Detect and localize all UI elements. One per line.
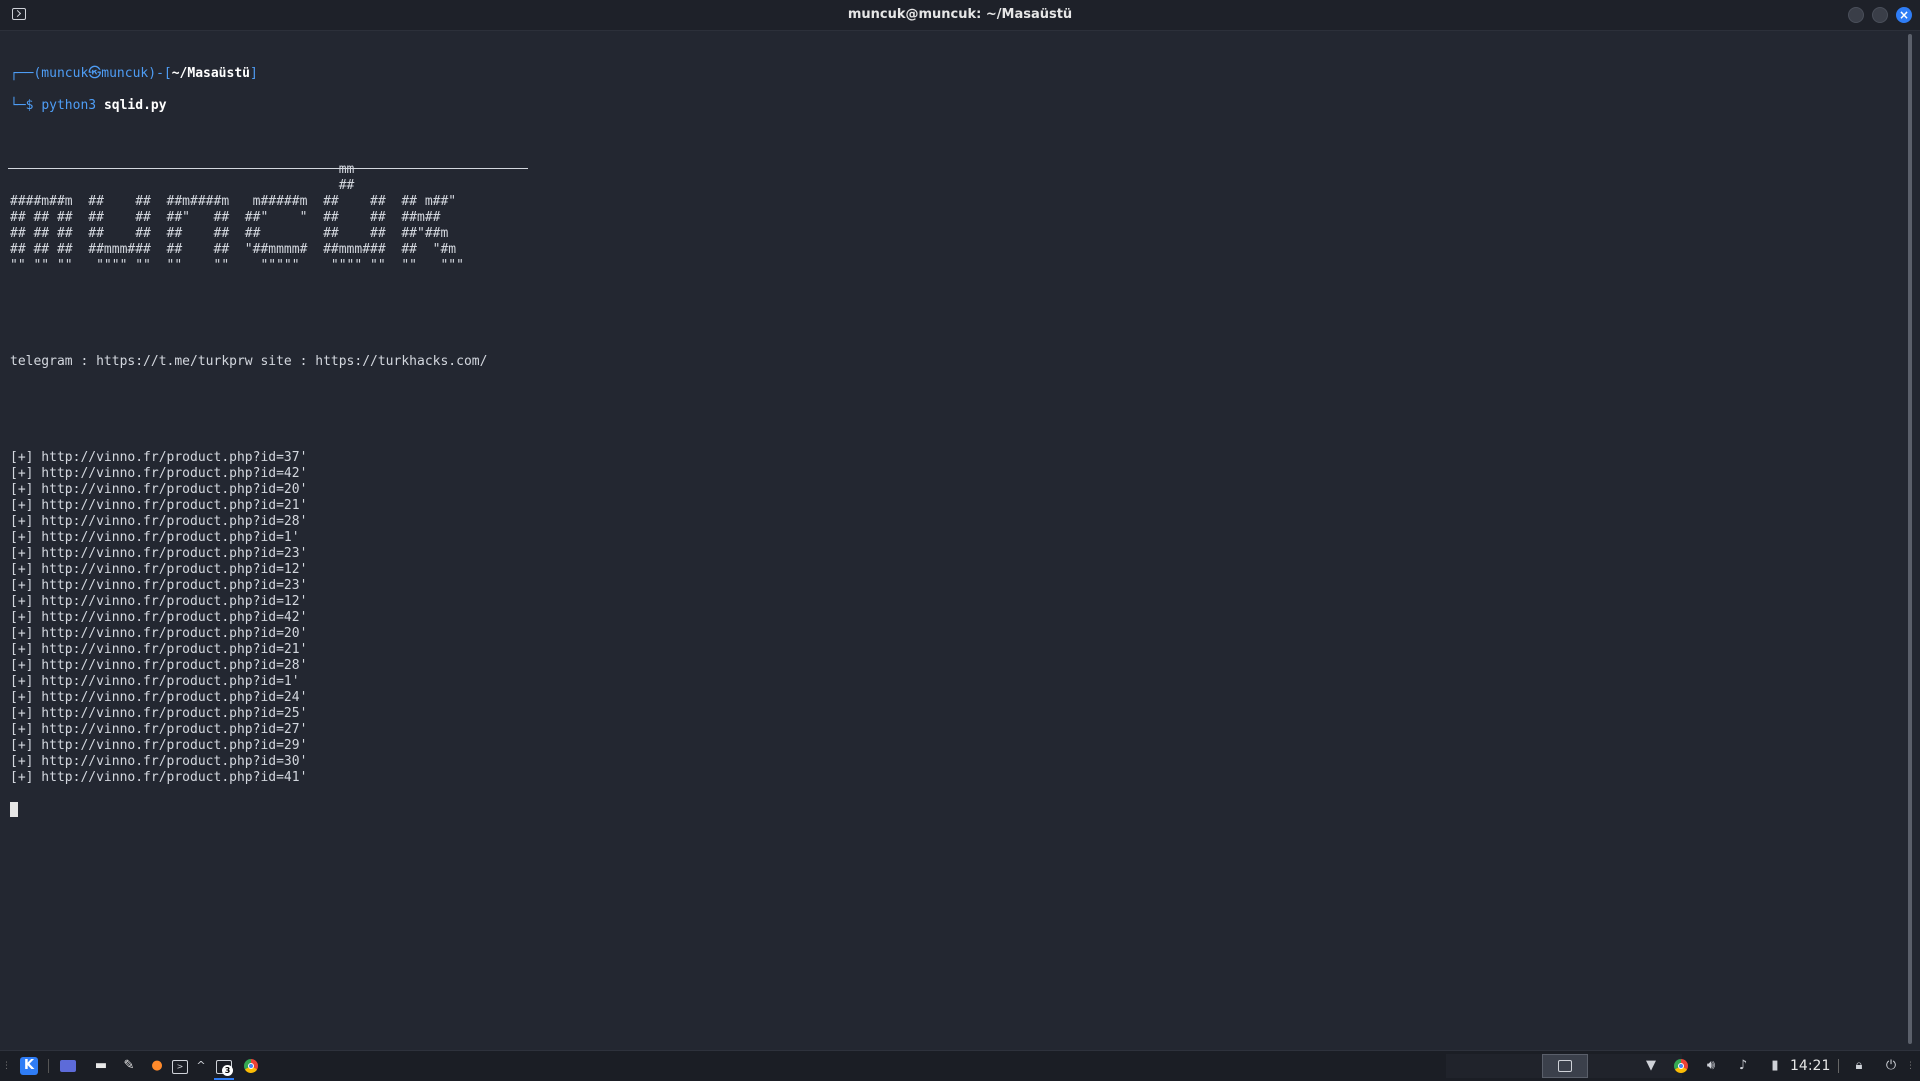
text-cursor [10, 802, 18, 817]
clock[interactable]: 14:21 [1790, 1058, 1830, 1074]
pager-terminal-icon [1558, 1060, 1572, 1072]
result-line: [+] http://vinno.fr/product.php?id=25' [10, 706, 308, 721]
info-line: telegram : https://t.me/turkprw site : h… [10, 354, 488, 369]
result-line: [+] http://vinno.fr/product.php?id=1' [10, 530, 300, 545]
close-button[interactable]: × [1896, 7, 1912, 23]
prompt-dash: - [156, 66, 164, 81]
grip-icon: ⋮ [2, 1061, 11, 1071]
terminal-window: muncuk@muncuk: ~/Masaüstü × ┌──(muncuk㉿m… [0, 0, 1920, 1050]
ascii-banner-line: ####m##m ## ## ##m####m m#####m ## ## ##… [10, 194, 457, 209]
result-line: [+] http://vinno.fr/product.php?id=21' [10, 498, 308, 513]
prompt-path: ~/Masaüstü [171, 66, 250, 81]
result-line: [+] http://vinno.fr/product.php?id=28' [10, 658, 308, 673]
workspace-icon[interactable] [60, 1060, 76, 1072]
result-line: [+] http://vinno.fr/product.php?id=23' [10, 578, 308, 593]
result-line: [+] http://vinno.fr/product.php?id=37' [10, 450, 308, 465]
app-menu-icon[interactable]: K [20, 1057, 38, 1075]
prompt-corner-bottom: └─ [10, 98, 26, 113]
result-line: [+] http://vinno.fr/product.php?id=27' [10, 722, 308, 737]
terminal-count-badge: 3 [222, 1065, 233, 1076]
chrome-icon[interactable] [1672, 1057, 1690, 1075]
wifi-icon[interactable]: ▼ [1642, 1057, 1660, 1075]
result-line: [+] http://vinno.fr/product.php?id=28' [10, 514, 308, 529]
scrollbar[interactable] [1908, 34, 1912, 1044]
prompt-dollar: $ [25, 98, 34, 113]
ascii-banner-line: ## ## ## ##mmm### ## ## "##mmmm# ##mmm##… [10, 242, 457, 257]
power-icon[interactable]: ⏻ [1882, 1057, 1900, 1075]
terminal-icon[interactable]: > [172, 1060, 188, 1074]
ascii-banner-line: mm [10, 162, 355, 177]
command-argument: sqlid.py [103, 98, 167, 113]
result-line: [+] http://vinno.fr/product.php?id=20' [10, 482, 308, 497]
result-line: [+] http://vinno.fr/product.php?id=24' [10, 690, 308, 705]
text-editor-icon[interactable]: ✎ [120, 1057, 138, 1075]
ascii-banner: mm ## ####m##m ## ## ##m####m m#####m ## … [10, 162, 1890, 274]
cursor-line [10, 802, 1890, 818]
result-line: [+] http://vinno.fr/product.php?id=21' [10, 642, 308, 657]
result-line: [+] http://vinno.fr/product.php?id=30' [10, 754, 308, 769]
maximize-button[interactable] [1872, 7, 1888, 23]
firefox-icon[interactable]: ● [148, 1057, 166, 1075]
result-line: [+] http://vinno.fr/product.php?id=42' [10, 466, 308, 481]
terminal-output[interactable]: ┌──(muncuk㉿muncuk)-[~/Masaüstü] └─$ pyth… [10, 50, 1890, 1040]
result-line: [+] http://vinno.fr/product.php?id=42' [10, 610, 308, 625]
result-line: [+] http://vinno.fr/product.php?id=1' [10, 674, 300, 689]
ascii-banner-line: ## [10, 178, 355, 193]
result-line: [+] http://vinno.fr/product.php?id=23' [10, 546, 308, 561]
ascii-banner-line: ## ## ## ## ## ##" ## ##" " ## ## ##m## [10, 210, 441, 225]
result-line: [+] http://vinno.fr/product.php?id=29' [10, 738, 308, 753]
title-bar[interactable]: muncuk@muncuk: ~/Masaüstü × [0, 0, 1920, 31]
chevron-up-icon[interactable]: ^ [192, 1057, 210, 1075]
taskbar: ⋮ K ▬ ✎ ● > ^ 3 ▼ 🔊︎ ♪ ▮ 14:21 🔒︎ ⏻ ⋮ [0, 1050, 1920, 1081]
command-name: python3 [41, 98, 97, 113]
window-title: muncuk@muncuk: ~/Masaüstü [847, 7, 1073, 22]
minimize-button[interactable] [1848, 7, 1864, 23]
close-icon: × [1898, 8, 1910, 22]
taskbar-separator [48, 1059, 49, 1073]
result-line: [+] http://vinno.fr/product.php?id=41' [10, 770, 308, 785]
folder-icon[interactable]: ▬ [92, 1057, 110, 1075]
banner-divider [8, 168, 528, 169]
prompt-bracket-close: ] [250, 66, 258, 81]
ascii-banner-line: ## ## ## ## ## ## ## ## ## ## ##"##m [10, 226, 449, 241]
taskbar-separator [1838, 1059, 1839, 1073]
results-list: [+] http://vinno.fr/product.php?id=37' [+… [10, 450, 1890, 786]
notification-bell-icon[interactable]: ♪ [1734, 1057, 1752, 1075]
prompt-corner-top: ┌── [10, 66, 34, 81]
lock-icon[interactable]: 🔒︎ [1850, 1057, 1868, 1075]
result-line: [+] http://vinno.fr/product.php?id=20' [10, 626, 308, 641]
ascii-banner-line: "" "" "" """" "" "" "" """"" """" "" "" … [10, 258, 464, 273]
result-line: [+] http://vinno.fr/product.php?id=12' [10, 594, 308, 609]
prompt-line-2: └─$ python3 sqlid.py [10, 98, 1890, 114]
chrome-icon[interactable] [242, 1057, 260, 1075]
prompt-line-1: ┌──(muncuk㉿muncuk)-[~/Masaüstü] [10, 66, 1890, 82]
grip-icon: ⋮ [1906, 1061, 1915, 1071]
volume-icon[interactable]: 🔊︎ [1702, 1057, 1720, 1075]
battery-icon[interactable]: ▮ [1766, 1057, 1784, 1075]
prompt-user: (muncuk㉿muncuk) [33, 66, 157, 81]
prompt-bracket-open: [ [163, 66, 172, 81]
result-line: [+] http://vinno.fr/product.php?id=12' [10, 562, 308, 577]
